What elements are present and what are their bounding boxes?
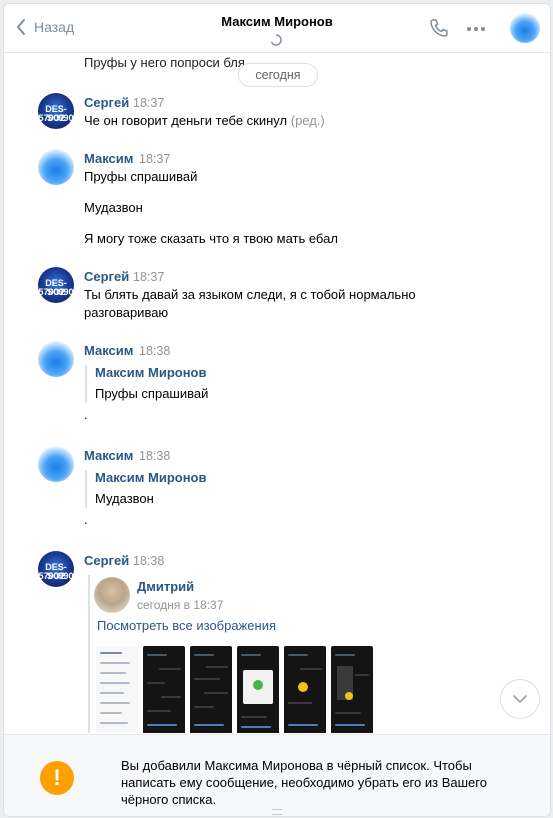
notice-text: Вы добавили Максима Миронова в чёрный сп… [121, 758, 487, 807]
quote-author: Максим Миронов [95, 365, 207, 380]
message-time: 18:37 [139, 152, 171, 166]
phone-icon[interactable] [429, 18, 449, 38]
avatar[interactable] [38, 149, 74, 185]
image-thumbnail[interactable] [96, 646, 138, 733]
avatar[interactable]: DES-SO2 5700990 [38, 93, 74, 129]
message-text: Ты блять давай за языком следи, я с тобо… [84, 287, 416, 302]
author-name[interactable]: Максим [84, 448, 133, 463]
author-name[interactable]: Сергей [84, 269, 129, 284]
scroll-down-button[interactable] [500, 679, 540, 719]
message-history[interactable]: Пруфы у него попроси бля сегодня DES-SO2… [4, 53, 550, 733]
avatar-text: 5700990 [38, 113, 74, 123]
avatar[interactable]: DES-SO2 5700990 [38, 551, 74, 587]
author-name[interactable]: Сергей [84, 95, 129, 110]
avatar[interactable]: DES-SO2 5700990 [38, 267, 74, 303]
contact-avatar[interactable] [510, 13, 540, 43]
image-thumbnail[interactable] [190, 646, 232, 733]
quote-text: Пруфы спрашивай [95, 386, 209, 401]
loading-spinner-icon [270, 34, 282, 46]
forward-bar [88, 575, 90, 733]
reply-quote[interactable]: Максим Миронов Пруфы спрашивай [85, 365, 208, 403]
blacklist-notice: ! Вы добавили Максима Миронова в чёрный … [4, 734, 550, 816]
message-body: Че он говорит деньги тебе скинул [84, 113, 288, 128]
author-name[interactable]: Сергей [84, 553, 129, 568]
forward-time: сегодня в 18:37 [137, 598, 224, 612]
message-text: Мудазвон [84, 200, 143, 215]
image-thumbnail[interactable] [284, 646, 326, 733]
message-text: Пруфы спрашивай [84, 169, 198, 184]
avatar-text: 5700990 [38, 571, 74, 581]
more-icon[interactable] [466, 26, 486, 32]
forward-author[interactable]: Дмитрий [137, 579, 194, 594]
message-text: Пруфы у него попроси бля [84, 55, 245, 70]
author-name[interactable]: Максим [84, 343, 133, 358]
chevron-down-icon [513, 695, 527, 703]
message-text: . [84, 512, 88, 527]
image-thumbnail[interactable] [331, 646, 373, 733]
quote-text: Мудазвон [95, 491, 154, 506]
message-text: Че он говорит деньги тебе скинул (ред.) [84, 113, 325, 128]
image-thumbnail[interactable] [237, 646, 279, 733]
message-time: 18:37 [133, 270, 165, 284]
exclamation-icon: ! [40, 761, 74, 795]
resize-handle[interactable] [272, 809, 282, 815]
chat-header: Назад Максим Миронов [4, 4, 550, 53]
view-all-images-link[interactable]: Посмотреть все изображения [97, 618, 276, 633]
quote-author: Максим Миронов [95, 470, 207, 485]
avatar-text: 5700990 [38, 287, 74, 297]
message-time: 18:38 [139, 449, 171, 463]
message-time: 18:37 [133, 96, 165, 110]
message-text: Я могу тоже сказать что я твою мать ебал [84, 231, 338, 246]
message-time: 18:38 [139, 344, 171, 358]
avatar[interactable] [38, 341, 74, 377]
date-separator: сегодня [238, 63, 318, 87]
avatar[interactable] [38, 446, 74, 482]
message-text: разговариваю [84, 305, 169, 320]
chat-panel: Назад Максим Миронов Пруфы у него попрос… [3, 3, 551, 817]
image-thumbnail[interactable] [143, 646, 185, 733]
app-window: Назад Максим Миронов Пруфы у него попрос… [0, 0, 553, 818]
message-time: 18:38 [133, 554, 165, 568]
reply-quote[interactable]: Максим Миронов Мудазвон [85, 470, 207, 508]
author-name[interactable]: Максим [84, 151, 133, 166]
message-text: . [84, 407, 88, 422]
edited-label: (ред.) [290, 113, 325, 128]
forward-avatar[interactable] [94, 577, 130, 613]
